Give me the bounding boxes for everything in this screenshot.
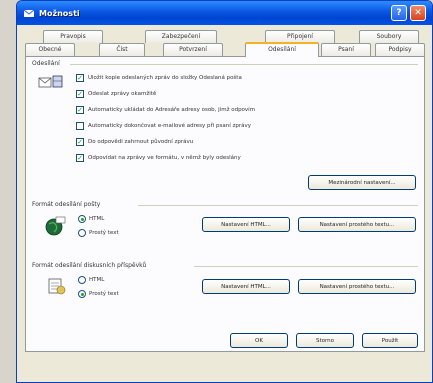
option-label: Do odpovědi zahrnout původní zprávu <box>88 139 194 145</box>
news-format-html[interactable]: HTML <box>78 276 104 284</box>
option-label: Prostý text <box>89 230 119 236</box>
option-send-immediately[interactable]: ✓ Odeslat zprávy okamžitě <box>76 90 156 98</box>
ok-button[interactable]: OK <box>230 333 288 348</box>
news-plain-settings-button[interactable]: Nastavení prostého textu... <box>298 279 416 294</box>
divider <box>194 266 418 267</box>
options-dialog: Možnosti ? ✕ Pravopis Zabezpečení Připoj… <box>16 0 433 383</box>
tab-obecne[interactable]: Obecné <box>25 43 75 56</box>
mail-html-settings-button[interactable]: Nastavení HTML... <box>202 217 290 232</box>
apply-button[interactable]: Použít <box>362 333 418 348</box>
option-label: Odpovídat na zprávy ve formátu, v němž b… <box>88 155 241 161</box>
tab-psani[interactable]: Psaní <box>321 43 371 56</box>
checkbox[interactable]: ✓ <box>76 90 84 98</box>
close-button[interactable]: ✕ <box>410 5 426 21</box>
tab-soubory[interactable]: Soubory <box>359 30 419 43</box>
radio-button[interactable] <box>78 215 86 223</box>
news-html-settings-button[interactable]: Nastavení HTML... <box>202 279 290 294</box>
help-button[interactable]: ? <box>391 5 407 21</box>
checkbox[interactable]: ✓ <box>76 106 84 114</box>
news-format-group-label: Formát odesílání diskusních příspěvků <box>32 262 147 269</box>
tab-podpisy[interactable]: Podpisy <box>375 43 425 56</box>
tab-potvrzeni[interactable]: Potvrzení <box>163 43 223 56</box>
radio-button[interactable] <box>78 276 86 284</box>
option-label: Odeslat zprávy okamžitě <box>88 91 157 97</box>
sending-group-label: Odesílání <box>32 60 60 67</box>
tab-odesilani[interactable]: Odesílání <box>245 42 319 57</box>
option-reply-same-format[interactable]: ✓ Odpovídat na zprávy ve formátu, v němž… <box>76 154 241 162</box>
mail-plain-settings-button[interactable]: Nastavení prostého textu... <box>298 217 416 232</box>
option-autocomplete-addresses[interactable]: Automaticky dokončovat e-mailové adresy … <box>76 122 251 130</box>
radio-button[interactable] <box>78 229 86 237</box>
checkbox[interactable]: ✓ <box>76 74 84 82</box>
tab-pravopis[interactable]: Pravopis <box>43 30 103 43</box>
option-label: Automaticky dokončovat e-mailové adresy … <box>88 123 252 129</box>
globe-mail-icon <box>44 215 66 239</box>
option-save-sent-copies[interactable]: ✓ Uložit kopie odeslaných zpráv do složk… <box>76 74 242 82</box>
tab-strip: Pravopis Zabezpečení Připojení Soubory O… <box>25 30 425 57</box>
tab-panel-odesilani: Odesílání ✓ Uložit kopie odeslaných zprá… <box>25 56 425 352</box>
option-add-reply-recipients[interactable]: ✓ Automaticky ukládat do Adresáře adresy… <box>76 106 255 114</box>
checkbox[interactable]: ✓ <box>76 154 84 162</box>
title-bar: Možnosti ? ✕ <box>17 1 432 25</box>
option-include-original[interactable]: ✓ Do odpovědi zahrnout původní zprávu <box>76 138 193 146</box>
outlook-express-icon <box>23 7 35 19</box>
cancel-button[interactable]: Storno <box>296 333 354 348</box>
mail-format-plain[interactable]: Prostý text <box>78 229 119 237</box>
newsgroup-icon <box>46 275 66 299</box>
option-label: HTML <box>89 216 105 222</box>
checkbox[interactable]: ✓ <box>76 138 84 146</box>
sending-mail-icon <box>38 73 64 91</box>
news-format-plain[interactable]: Prostý text <box>78 290 119 298</box>
window-title: Možnosti <box>39 8 80 18</box>
option-label: HTML <box>89 277 105 283</box>
international-settings-button[interactable]: Mezinárodní nastavení... <box>308 175 416 190</box>
divider <box>70 64 418 65</box>
tab-zabezpeceni[interactable]: Zabezpečení <box>145 30 217 43</box>
radio-button[interactable] <box>78 290 86 298</box>
option-label: Uložit kopie odeslaných zpráv do složky … <box>88 75 242 81</box>
option-label: Prostý text <box>89 291 119 297</box>
option-label: Automaticky ukládat do Adresáře adresy o… <box>88 107 256 113</box>
divider <box>138 205 418 206</box>
tab-cist[interactable]: Číst <box>99 43 145 56</box>
checkbox[interactable] <box>76 122 84 130</box>
mail-format-group-label: Formát odesílání pošty <box>32 201 101 208</box>
mail-format-html[interactable]: HTML <box>78 215 104 223</box>
